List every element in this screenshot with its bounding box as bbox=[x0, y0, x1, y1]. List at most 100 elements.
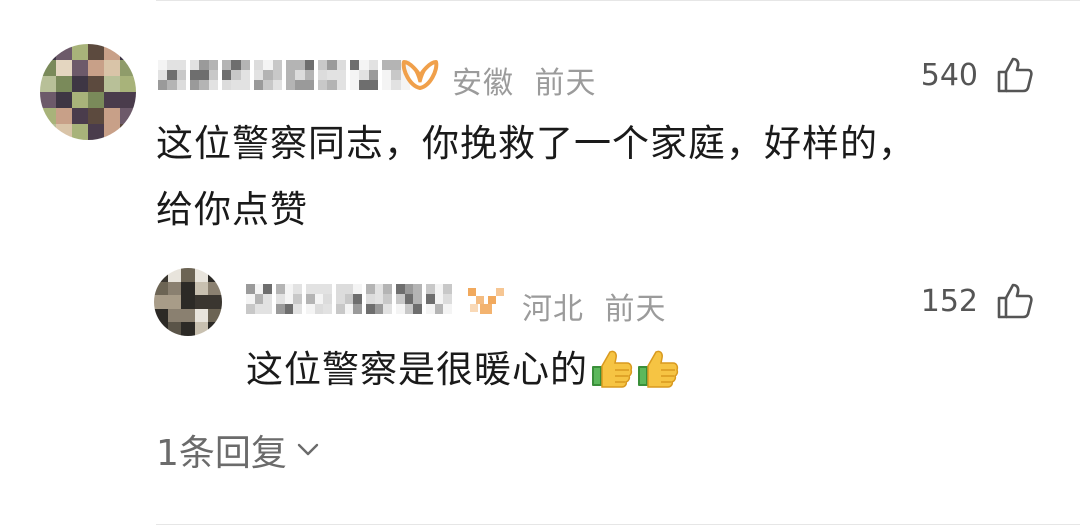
reply-text-content: 这位警察是很暖心的 bbox=[246, 348, 588, 391]
mosaic-cell bbox=[240, 60, 250, 70]
mosaic-cell bbox=[194, 295, 209, 309]
replies-link-label: 1条回复 bbox=[156, 433, 287, 474]
mosaic-cell bbox=[306, 284, 315, 294]
mosaic-cell bbox=[323, 284, 332, 294]
mosaic-cell bbox=[40, 124, 56, 140]
mosaic-cell bbox=[120, 108, 136, 124]
mosaic-cell bbox=[366, 294, 375, 304]
mosaic-cell bbox=[426, 304, 435, 314]
mosaic-cell bbox=[158, 60, 168, 70]
mosaic-cell bbox=[284, 284, 294, 294]
mosaic-cell bbox=[194, 268, 209, 282]
mosaic-cell bbox=[314, 304, 324, 314]
mosaic-cell bbox=[286, 80, 296, 90]
reply-avatar[interactable] bbox=[154, 268, 222, 336]
location: 安徽 bbox=[452, 66, 514, 101]
redacted-char bbox=[350, 60, 378, 90]
location: 河北 bbox=[522, 292, 584, 327]
mosaic-cell bbox=[314, 284, 324, 294]
mosaic-cell bbox=[208, 308, 222, 323]
mosaic-cell bbox=[176, 80, 186, 90]
comment-meta: 安徽 前天 bbox=[452, 58, 597, 102]
comment-text: 这位警察同志，你挽救了一个家庭，好样的， 给你点赞 bbox=[156, 116, 916, 238]
redacted-char bbox=[246, 284, 272, 314]
mosaic-cell bbox=[104, 124, 120, 140]
bottom-divider bbox=[156, 524, 1080, 525]
mosaic-cell bbox=[120, 124, 136, 140]
mosaic-cell bbox=[383, 294, 392, 304]
mosaic-cell bbox=[293, 284, 302, 294]
mosaic-cell bbox=[222, 70, 232, 80]
mosaic-cell bbox=[413, 284, 422, 294]
mosaic-cell bbox=[295, 80, 305, 90]
mosaic-cell bbox=[158, 80, 168, 90]
mosaic-cell bbox=[263, 80, 273, 90]
mosaic-cell bbox=[374, 284, 384, 294]
mosaic-cell bbox=[284, 304, 294, 314]
mosaic-cell bbox=[72, 108, 88, 124]
mosaic-cell bbox=[366, 304, 375, 314]
mosaic-cell bbox=[382, 70, 392, 80]
mosaic-cell bbox=[199, 60, 209, 70]
mosaic-cell bbox=[208, 322, 222, 336]
view-replies-link[interactable]: 1条回复 bbox=[156, 424, 319, 476]
reply-username-redacted[interactable] bbox=[246, 284, 452, 314]
mosaic-cell bbox=[306, 294, 315, 304]
mosaic-cell bbox=[208, 281, 222, 296]
mosaic-cell bbox=[181, 281, 195, 296]
redacted-char bbox=[426, 284, 452, 314]
mosaic-cell bbox=[158, 70, 168, 80]
mosaic-cell bbox=[276, 284, 285, 294]
mosaic-cell bbox=[181, 322, 195, 336]
mosaic-cell bbox=[434, 304, 444, 314]
vip-badge-icon bbox=[468, 288, 504, 314]
redacted-char bbox=[158, 60, 186, 90]
mosaic-cell bbox=[327, 70, 337, 80]
mosaic-cell bbox=[254, 80, 264, 90]
mosaic-cell bbox=[304, 70, 314, 80]
mosaic-cell bbox=[413, 304, 422, 314]
mosaic-cell bbox=[353, 284, 362, 294]
mosaic-cell bbox=[350, 70, 360, 80]
avatar[interactable] bbox=[40, 44, 136, 140]
mosaic-cell bbox=[306, 304, 315, 314]
username-redacted[interactable] bbox=[158, 60, 410, 90]
mosaic-cell bbox=[56, 76, 72, 92]
mosaic-cell bbox=[336, 70, 346, 80]
redacted-char bbox=[318, 60, 346, 90]
reply-text: 这位警察是很暖心的 bbox=[246, 342, 680, 398]
mosaic-cell bbox=[194, 308, 209, 323]
timestamp: 前天 bbox=[534, 66, 597, 101]
mosaic-cell bbox=[359, 60, 369, 70]
mosaic-cell bbox=[181, 308, 195, 323]
mosaic-cell bbox=[190, 70, 200, 80]
comment-text-line: 这位警察同志，你挽救了一个家庭，好样的， bbox=[156, 122, 916, 165]
redacted-char bbox=[306, 284, 332, 314]
mosaic-cell bbox=[40, 108, 56, 124]
mosaic-cell bbox=[104, 92, 120, 108]
mosaic-cell bbox=[318, 60, 328, 70]
mosaic-cell bbox=[284, 294, 294, 304]
mosaic-cell bbox=[246, 294, 255, 304]
mosaic-cell bbox=[254, 304, 264, 314]
redacted-char bbox=[336, 284, 362, 314]
mosaic-cell bbox=[194, 322, 209, 336]
mosaic-cell bbox=[104, 108, 120, 124]
thumbs-up-icon bbox=[592, 350, 633, 388]
mosaic-cell bbox=[208, 60, 218, 70]
mosaic-cell bbox=[318, 70, 328, 80]
mosaic-cell bbox=[304, 60, 314, 70]
mosaic-cell bbox=[336, 80, 346, 90]
mosaic-cell bbox=[231, 80, 241, 90]
mosaic-cell bbox=[286, 70, 296, 80]
mosaic-cell bbox=[344, 304, 354, 314]
thumbs-up-icon[interactable] bbox=[996, 56, 1034, 94]
mosaic-cell bbox=[167, 268, 182, 282]
mosaic-cell bbox=[88, 92, 104, 108]
mosaic-cell bbox=[208, 80, 218, 90]
mosaic-cell bbox=[293, 294, 302, 304]
mosaic-cell bbox=[222, 60, 232, 70]
thumbs-up-icon[interactable] bbox=[996, 282, 1034, 320]
mosaic-cell bbox=[366, 284, 375, 294]
mosaic-cell bbox=[194, 281, 209, 296]
